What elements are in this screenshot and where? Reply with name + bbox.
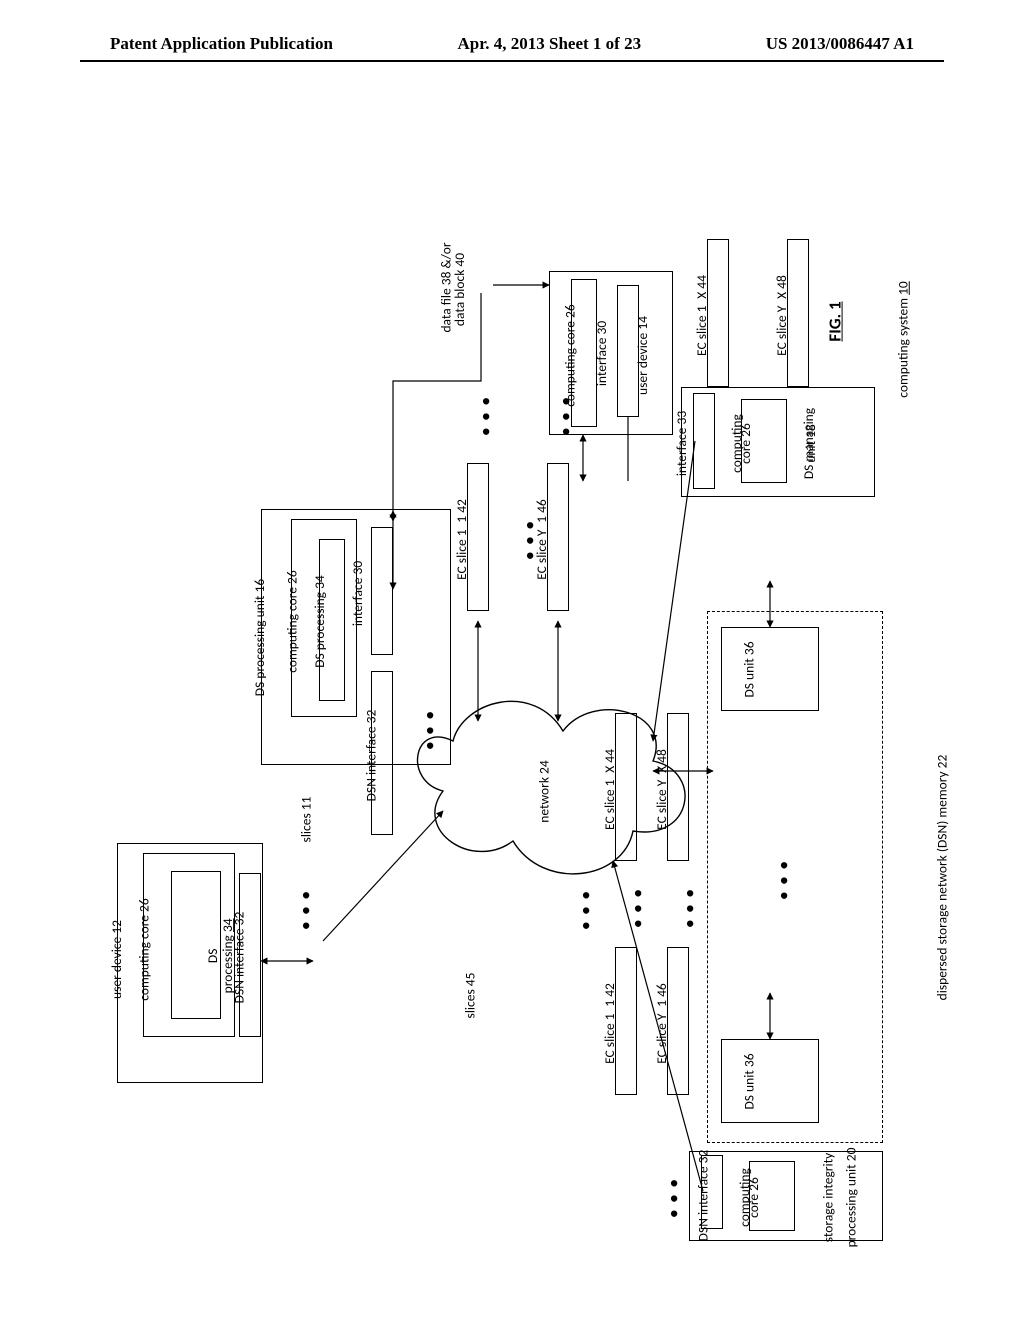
dots-ud12: ● ● ● bbox=[297, 889, 314, 930]
dots-dspu: ● ● ● bbox=[421, 709, 438, 750]
dots-upper-mid2: ● ● ● bbox=[521, 519, 538, 560]
hdr-left: Patent Application Publication bbox=[110, 34, 333, 54]
lbl-fig-1: FIG. 1 bbox=[825, 301, 846, 341]
lbl-if30-ud14: interface 30 bbox=[593, 321, 610, 386]
lbl-dspu16: DS processing unit 16 bbox=[251, 579, 268, 696]
lbl-user-device-14: user device 14 bbox=[634, 316, 651, 395]
lbl-ec-1-x-l: EC slice 1_X 44 bbox=[601, 749, 618, 830]
lbl-cc26-ud12: computing core 26 bbox=[136, 898, 153, 1000]
lbl-cc26-dspu: computing core 26 bbox=[284, 570, 301, 672]
lbl-dsnif32-ud12: DSN interface 32 bbox=[230, 912, 247, 1004]
lbl-ds-unit-36-a: DS unit 36 bbox=[741, 641, 758, 697]
figure-1-diagram: user device 12 computing core 26 DSproce… bbox=[112, 180, 912, 1240]
lbl-computing-system-10: computing system 10 bbox=[895, 281, 912, 397]
dots-upper-1: ● ● ● bbox=[477, 395, 494, 436]
lbl-user-device-12: user device 12 bbox=[108, 920, 125, 999]
lbl-if33: interface 33 bbox=[673, 411, 690, 476]
dots-lower-1: ● ● ● bbox=[629, 887, 646, 928]
hdr-right: US 2013/0086447 A1 bbox=[766, 34, 914, 54]
lbl-cc26-siu2: core 26 bbox=[745, 1177, 762, 1218]
lbl-data-block: data block 40 bbox=[451, 253, 468, 326]
lbl-dsnif32-dspu: DSN interface 32 bbox=[362, 710, 379, 802]
lbl-dsp34-dspu: DS processing 34 bbox=[311, 575, 328, 668]
lbl-dsnif32-siu: DSN interface 32 bbox=[694, 1150, 711, 1242]
lbl-ec-y-1-l: EC slice Y_1 46 bbox=[653, 983, 670, 1064]
lbl-dsn-memory-22: dispersed storage network (DSN) memory 2… bbox=[933, 755, 950, 1001]
dots-lower-2: ● ● ● bbox=[681, 887, 698, 928]
lbl-network-24: network 24 bbox=[536, 760, 553, 822]
dots-dsunits: ● ● ● bbox=[775, 859, 792, 900]
lbl-ec-1-1-l: EC slice 1_1 42 bbox=[601, 983, 618, 1064]
lbl-ec-1-x-u: EC slice 1_X 44 bbox=[693, 275, 710, 356]
dots-net: ● ● ● bbox=[577, 889, 594, 930]
lbl-if30-dspu: interface 30 bbox=[349, 561, 366, 626]
dots-upper-2: ● ● ● bbox=[557, 395, 574, 436]
lbl-slices-11: slices 11 bbox=[297, 797, 314, 843]
lbl-cc26-ud14: computing core 26 bbox=[562, 304, 579, 406]
connectors-overlay bbox=[113, 181, 913, 1241]
lbl-cc26-dsmu2: core 26 bbox=[737, 423, 754, 464]
lbl-siu-1: storage integrity bbox=[819, 1153, 836, 1243]
lbl-ec-y-x-l: EC slice Y_X 48 bbox=[653, 749, 670, 830]
lbl-dsmu-2: unit 18 bbox=[802, 424, 819, 463]
lbl-siu-2: processing unit 20 bbox=[842, 1148, 859, 1248]
lbl-slices-45: slices 45 bbox=[461, 973, 478, 1019]
dots-siu: ● ● ● bbox=[665, 1177, 682, 1218]
lbl-ec-1-1-u: EC slice 1_1 42 bbox=[453, 499, 470, 580]
hdr-center: Apr. 4, 2013 Sheet 1 of 23 bbox=[458, 34, 642, 54]
header-rule bbox=[80, 60, 944, 62]
lbl-ec-y-x-u: EC slice Y_X 48 bbox=[773, 275, 790, 356]
lbl-ds-unit-36-b: DS unit 36 bbox=[741, 1053, 758, 1109]
